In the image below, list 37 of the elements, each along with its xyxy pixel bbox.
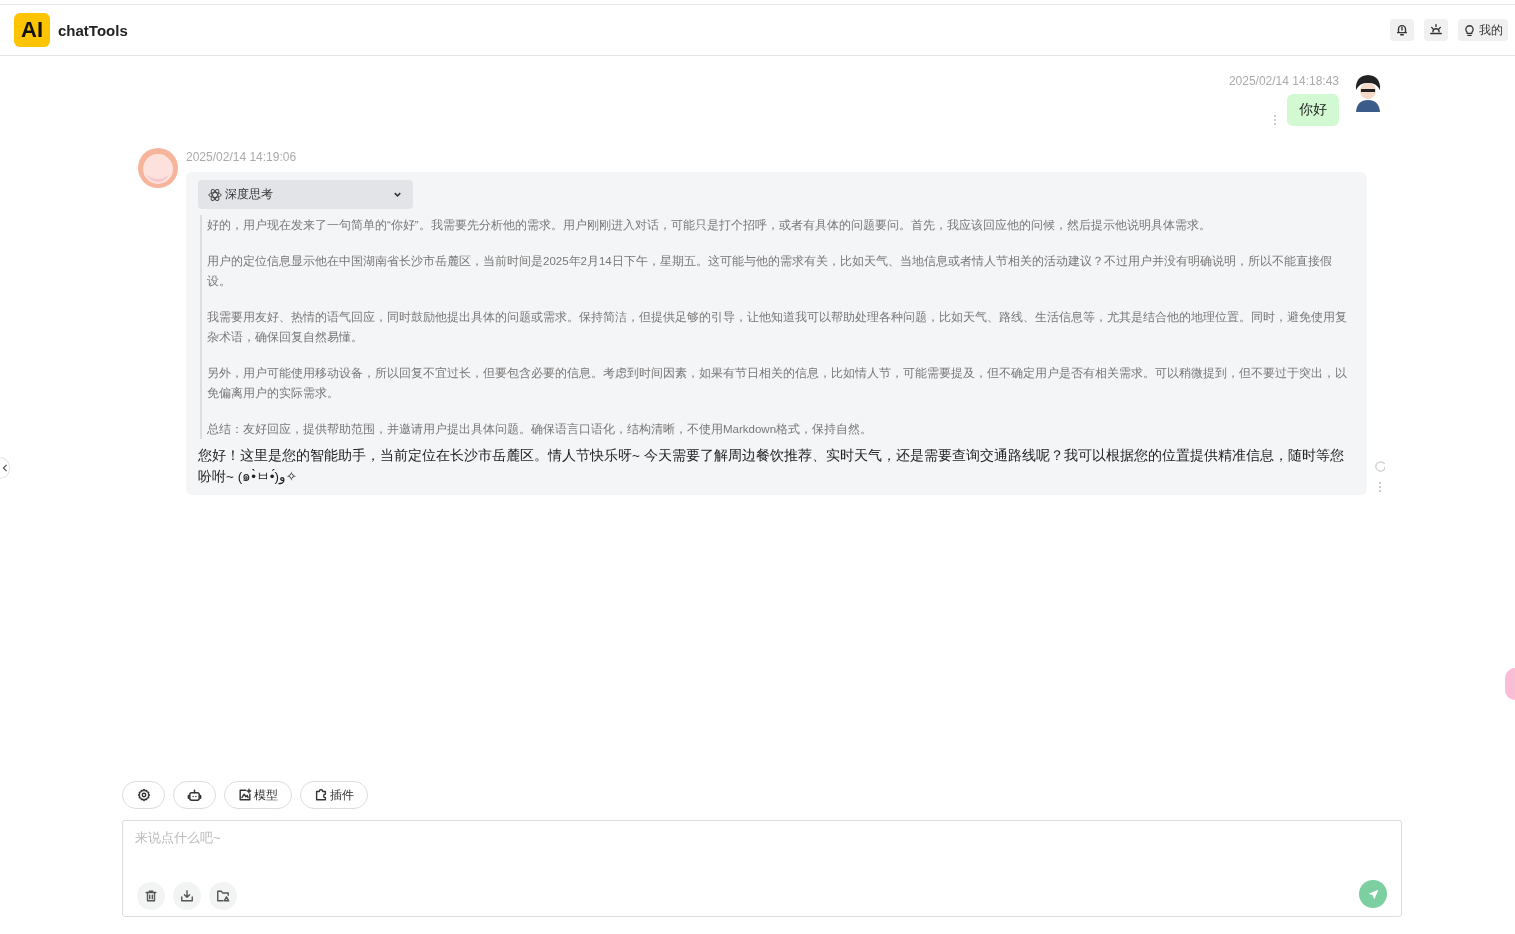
sun-icon bbox=[1429, 23, 1443, 37]
thinking-paragraph: 好的，用户现在发来了一句简单的“你好”。我需要先分析他的需求。用户刚刚进入对话，可能只是打个招呼，或者有具体的问题要问。首先，我应该回应他的问候，然后提示他说明具体需求。 bbox=[207, 218, 1212, 233]
user-message: 你好 bbox=[1287, 94, 1339, 126]
thinking-paragraph: 另外，用户可能使用移动设备，所以回复不宜过长，但要包含必要的信息。考虑到时间因素，如果有节日相关的信息，比如情人节，可能需要提及，但不确定用户是否有相关需求。可以稍微提到，但不要过于突出，以免偏离用户的实际需求。 bbox=[207, 366, 1347, 401]
message-time: 2025/02/14 14:19:06 bbox=[186, 149, 298, 164]
bulb-icon bbox=[1463, 23, 1476, 37]
message-time: 2025/02/14 14:18:43 bbox=[1228, 73, 1339, 88]
puzzle-icon bbox=[314, 788, 328, 802]
sun-button[interactable] bbox=[1424, 19, 1448, 41]
robot-icon bbox=[187, 787, 202, 803]
trash-button[interactable] bbox=[137, 882, 165, 910]
download-icon bbox=[180, 889, 194, 903]
thinking-paragraph: 我需要用友好、热情的语气回应，同时鼓励他提出具体的问题或需求。保持简洁，但提供足够的引导，让他知道我可以帮助处理各种问题，比如天气、路线、生活信息等，尤其是结合他的地理位置。同时，避免使用复杂术语，确保回复自然易懂。 bbox=[207, 310, 1347, 345]
message-input[interactable]: 来说点什么吧~ bbox=[135, 829, 1389, 853]
settings-button[interactable] bbox=[122, 781, 165, 809]
app-title: chatTools bbox=[58, 21, 128, 39]
collapse-handle[interactable] bbox=[0, 457, 10, 479]
thinking-toggle[interactable]: 深度思考 bbox=[198, 180, 413, 209]
trash-icon bbox=[144, 889, 158, 903]
atom-icon bbox=[208, 187, 222, 202]
toolbar-button[interactable]: 模型 bbox=[224, 781, 292, 809]
settings-icon bbox=[136, 788, 151, 802]
send-icon bbox=[1366, 887, 1380, 901]
robot-button[interactable] bbox=[173, 781, 216, 809]
toolbar-button[interactable]: 插件 bbox=[300, 781, 368, 809]
folder-button[interactable] bbox=[209, 882, 237, 910]
download-button[interactable] bbox=[173, 882, 201, 910]
folder-icon bbox=[216, 889, 230, 903]
thinking-paragraph: 用户的定位信息显示他在中国湖南省长沙市岳麓区，当前时间是2025年2月14日下午，星期五。这可能与他的需求有关，比如天气、当地信息或者情人节相关的活动建议？不过用户并没有明确说明，所以不能直接假设。 bbox=[207, 254, 1333, 289]
bell-button[interactable] bbox=[1390, 19, 1414, 41]
assistant-message: 您好！这里是您的智能助手，当前定位在长沙市岳麓区。情人节快乐呀~ 今天需要了解周边餐饮推荐、实时天气，还是需要查询交通路线呢？我可以根据您的位置提供精准信息，随时等您吩咐~ (๑•̀ㅂ•́)و✧ bbox=[198, 447, 1345, 487]
app-logo: AI bbox=[14, 13, 50, 47]
assistant-avatar bbox=[138, 148, 178, 188]
thinking-paragraph: 总结：友好回应，提供帮助范围，并邀请用户提出具体问题。确保语言口语化，结构清晰，不使用Markdown格式，保持自然。 bbox=[207, 422, 874, 437]
profile-button[interactable]: 我的 bbox=[1458, 19, 1508, 41]
bell-icon bbox=[1395, 23, 1409, 37]
image-sparkle-icon bbox=[238, 788, 252, 802]
